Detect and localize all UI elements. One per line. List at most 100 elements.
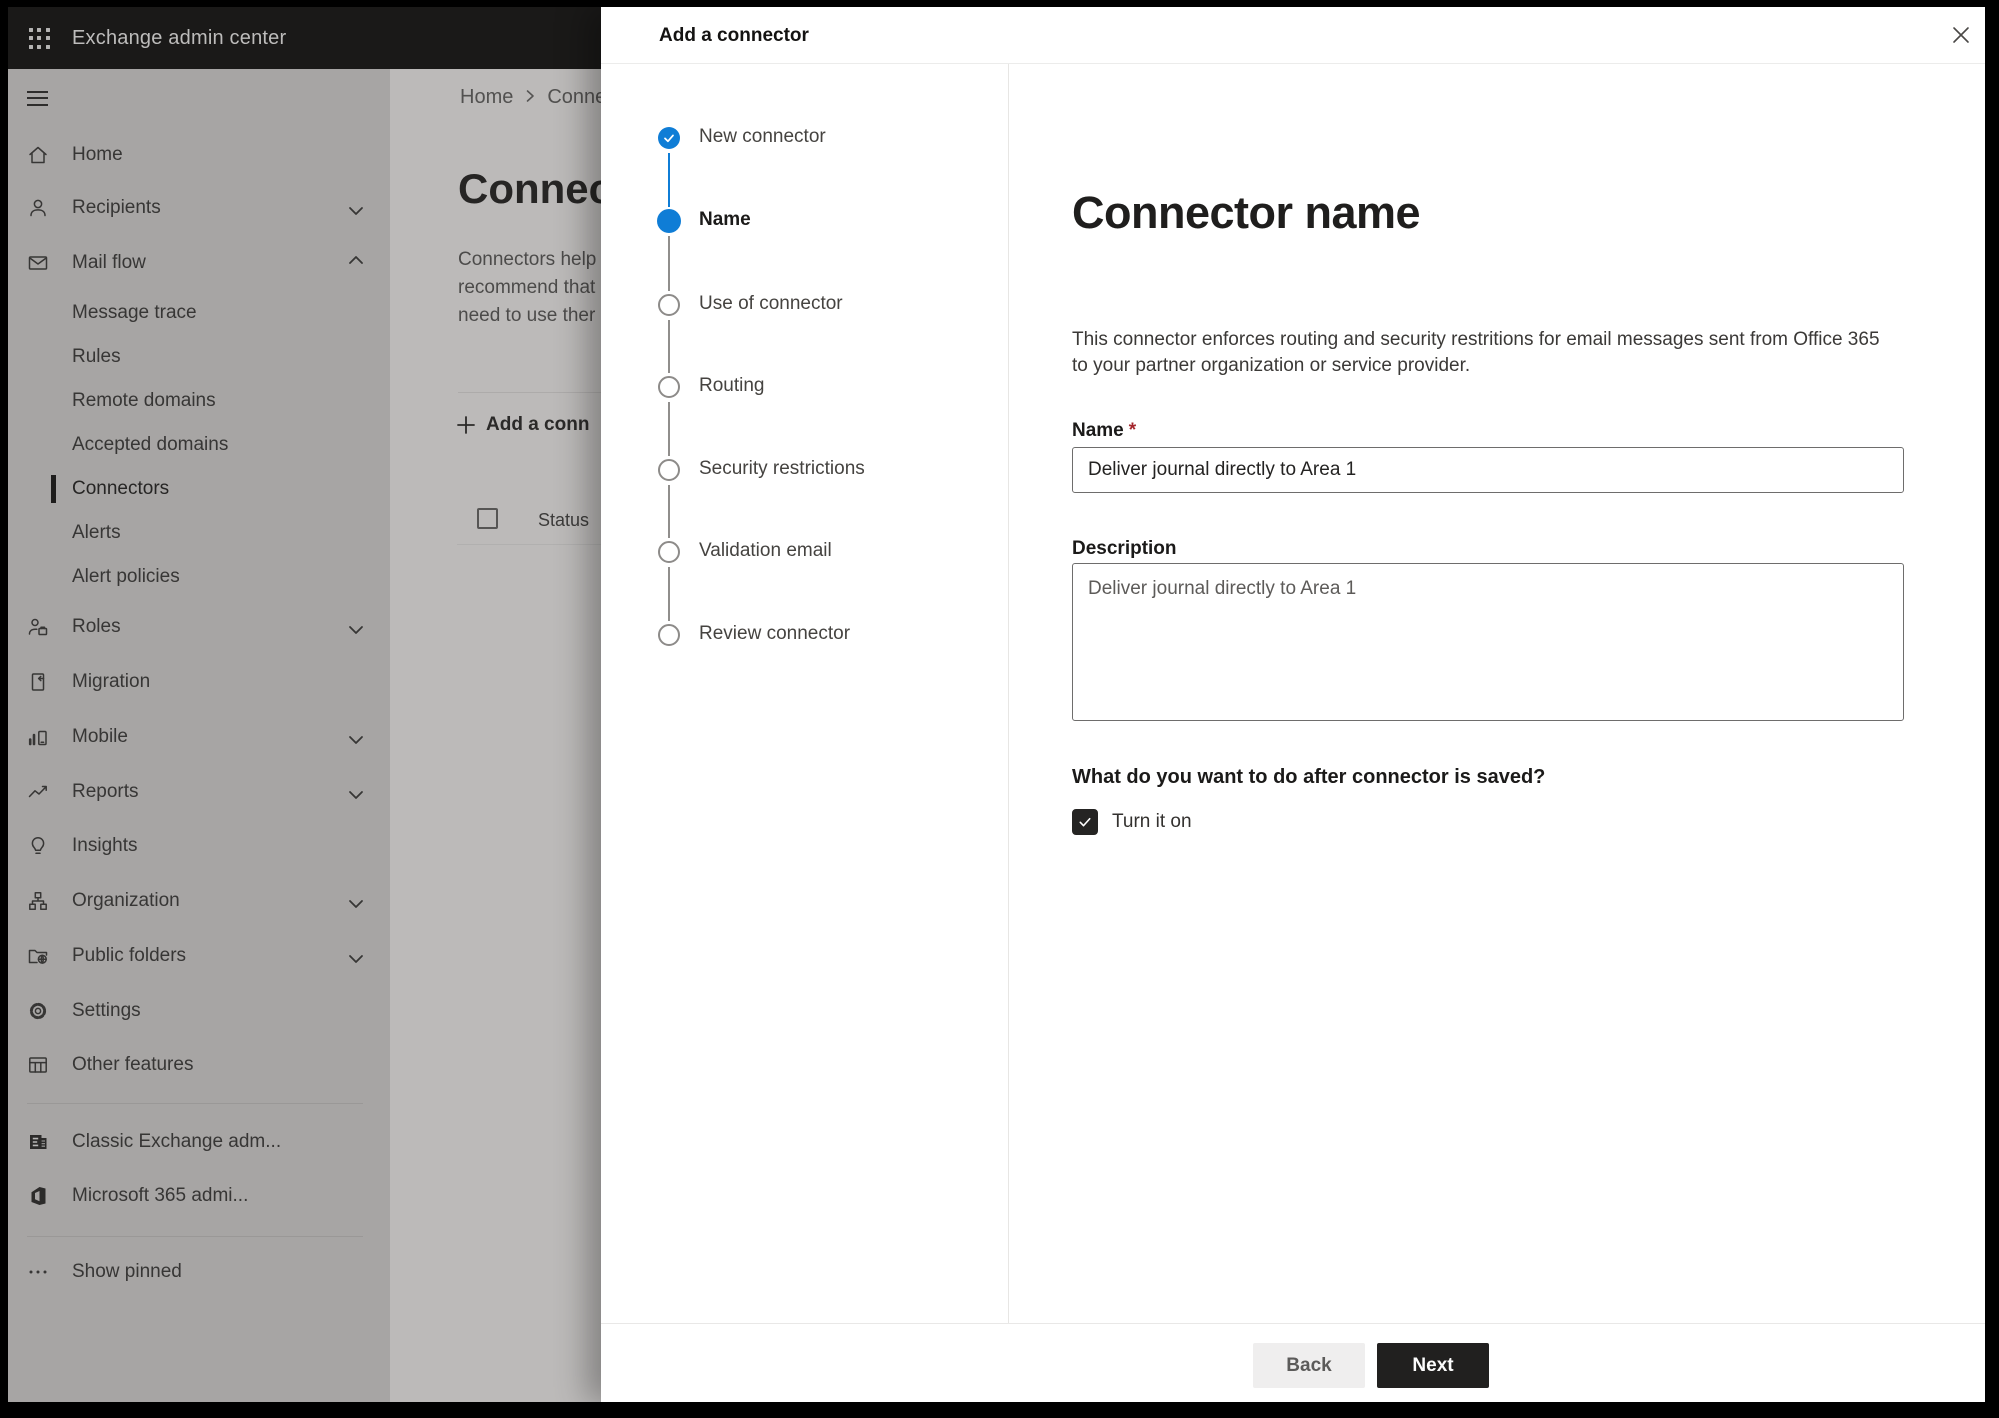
chevron-down-icon bbox=[348, 622, 364, 634]
page-intro-text: Connectors help recommend that need to u… bbox=[458, 246, 596, 330]
back-button[interactable]: Back bbox=[1253, 1343, 1365, 1388]
chevron-up-icon bbox=[348, 256, 364, 268]
sidebar-item-label: Remote domains bbox=[72, 390, 216, 411]
step-connector-line bbox=[667, 485, 671, 538]
sidebar-item-label: Mail flow bbox=[72, 252, 146, 273]
next-button[interactable]: Next bbox=[1377, 1343, 1489, 1388]
waffle-icon bbox=[28, 27, 50, 49]
sidebar-divider bbox=[27, 1103, 363, 1104]
add-connector-button[interactable]: Add a conn bbox=[454, 409, 589, 441]
step-review-connector[interactable]: Review connector bbox=[601, 615, 1001, 655]
sidebar-item-message-trace[interactable]: Message trace bbox=[8, 293, 390, 333]
step-upcoming-icon bbox=[658, 459, 680, 481]
hamburger-icon bbox=[22, 90, 54, 106]
sidebar-item-reports[interactable]: Reports bbox=[8, 772, 390, 812]
after-save-question: What do you want to do after connector i… bbox=[1072, 766, 1546, 788]
select-all-checkbox[interactable] bbox=[477, 508, 498, 529]
sidebar-item-label: Show pinned bbox=[72, 1261, 182, 1282]
step-connector-line bbox=[667, 567, 671, 621]
sidebar-item-label: Organization bbox=[72, 890, 180, 911]
step-name[interactable]: Name bbox=[601, 201, 1001, 241]
sidebar-item-mobile[interactable]: Mobile bbox=[8, 717, 390, 757]
dialog-header: Add a connector bbox=[601, 7, 1985, 64]
gear-icon bbox=[26, 999, 50, 1023]
status-column-header[interactable]: Status bbox=[538, 510, 589, 531]
mobile-chart-icon bbox=[26, 725, 50, 749]
sidebar-item-label: Mobile bbox=[72, 726, 128, 747]
step-label: Validation email bbox=[699, 540, 832, 561]
sidebar-item-label: Home bbox=[72, 144, 123, 165]
add-connector-label: Add a conn bbox=[486, 414, 590, 435]
step-upcoming-icon bbox=[658, 376, 680, 398]
office-logo-icon bbox=[26, 1184, 50, 1208]
chevron-down-icon bbox=[348, 203, 364, 215]
sidebar-item-accepted-domains[interactable]: Accepted domains bbox=[8, 425, 390, 465]
dialog-close-button[interactable] bbox=[1945, 20, 1977, 52]
breadcrumb-current: Conne bbox=[547, 85, 607, 108]
description-line: to your partner organization or service … bbox=[1072, 355, 1471, 376]
exchange-logo-icon bbox=[26, 1130, 50, 1154]
app-launcher-button[interactable] bbox=[16, 15, 62, 61]
sidebar-item-connectors[interactable]: Connectors bbox=[8, 469, 390, 509]
sidebar-item-insights[interactable]: Insights bbox=[8, 826, 390, 866]
trend-chart-icon bbox=[26, 780, 50, 804]
sidebar-item-rules[interactable]: Rules bbox=[8, 337, 390, 377]
breadcrumb-chevron-icon bbox=[525, 89, 535, 108]
step-routing[interactable]: Routing bbox=[601, 367, 1001, 407]
description-line: This connector enforces routing and secu… bbox=[1072, 329, 1880, 350]
sidebar-item-recipients[interactable]: Recipients bbox=[8, 188, 390, 228]
step-completed-icon bbox=[658, 127, 680, 149]
sidebar-item-remote-domains[interactable]: Remote domains bbox=[8, 381, 390, 421]
app-window: Exchange admin center Home Recipients Ma… bbox=[8, 7, 1985, 1402]
sidebar-item-other-features[interactable]: Other features bbox=[8, 1045, 390, 1085]
selected-indicator bbox=[51, 475, 56, 503]
sidebar-item-home[interactable]: Home bbox=[8, 135, 390, 175]
document-arrow-icon bbox=[26, 670, 50, 694]
page-title: Connec bbox=[458, 165, 613, 212]
sidebar-item-microsoft-365-admin[interactable]: Microsoft 365 admi... bbox=[8, 1176, 390, 1216]
step-use-of-connector[interactable]: Use of connector bbox=[601, 285, 1001, 325]
step-new-connector[interactable]: New connector bbox=[601, 118, 1001, 158]
lightbulb-icon bbox=[26, 834, 50, 858]
step-label: Review connector bbox=[699, 623, 851, 644]
turn-it-on-label: Turn it on bbox=[1112, 810, 1192, 832]
sidebar-item-label: Microsoft 365 admi... bbox=[72, 1185, 249, 1206]
sidebar-item-roles[interactable]: Roles bbox=[8, 607, 390, 647]
sidebar-item-label: Alerts bbox=[72, 522, 121, 543]
chevron-down-icon bbox=[348, 732, 364, 744]
sidebar-item-migration[interactable]: Migration bbox=[8, 662, 390, 702]
sidebar-item-alert-policies[interactable]: Alert policies bbox=[8, 557, 390, 597]
breadcrumb-home-link[interactable]: Home bbox=[460, 86, 513, 109]
sidebar-item-label: Other features bbox=[72, 1054, 194, 1075]
sidebar-item-mail-flow[interactable]: Mail flow bbox=[8, 243, 390, 283]
connector-name-input[interactable] bbox=[1072, 447, 1904, 493]
step-security-restrictions[interactable]: Security restrictions bbox=[601, 450, 1001, 490]
sidebar-item-label: Insights bbox=[72, 835, 138, 856]
dialog-footer-divider bbox=[601, 1323, 1985, 1324]
description-field-label: Description bbox=[1072, 538, 1177, 559]
sidebar-item-show-pinned[interactable]: Show pinned bbox=[8, 1252, 390, 1292]
sidebar-item-settings[interactable]: Settings bbox=[8, 991, 390, 1031]
sidebar-item-public-folders[interactable]: Public folders bbox=[8, 936, 390, 976]
connector-description-textarea[interactable]: Deliver journal directly to Area 1 bbox=[1072, 563, 1904, 721]
step-validation-email[interactable]: Validation email bbox=[601, 532, 1001, 572]
sidebar-item-label: Reports bbox=[72, 781, 139, 802]
step-label: Routing bbox=[699, 375, 765, 396]
name-field-label: Name * bbox=[1072, 420, 1136, 442]
nav-collapse-button[interactable] bbox=[22, 81, 54, 111]
breadcrumb: Home Conne bbox=[460, 85, 606, 109]
step-label: Security restrictions bbox=[699, 458, 865, 479]
person-badge-icon bbox=[26, 615, 50, 639]
sidebar-item-label: Recipients bbox=[72, 197, 161, 218]
sidebar-item-label: Accepted domains bbox=[72, 434, 229, 455]
turn-it-on-checkbox[interactable] bbox=[1072, 808, 1098, 835]
sidebar-item-label: Settings bbox=[72, 1000, 141, 1021]
sidebar-item-alerts[interactable]: Alerts bbox=[8, 513, 390, 553]
plus-icon bbox=[454, 413, 478, 437]
step-label: Name bbox=[699, 209, 751, 230]
sidebar-item-classic-exchange-admin[interactable]: Classic Exchange adm... bbox=[8, 1122, 390, 1162]
dialog-title: Add a connector bbox=[659, 25, 809, 46]
required-marker: * bbox=[1128, 420, 1137, 441]
sidebar-item-organization[interactable]: Organization bbox=[8, 881, 390, 921]
wizard-page-heading: Connector name bbox=[1072, 187, 1421, 238]
